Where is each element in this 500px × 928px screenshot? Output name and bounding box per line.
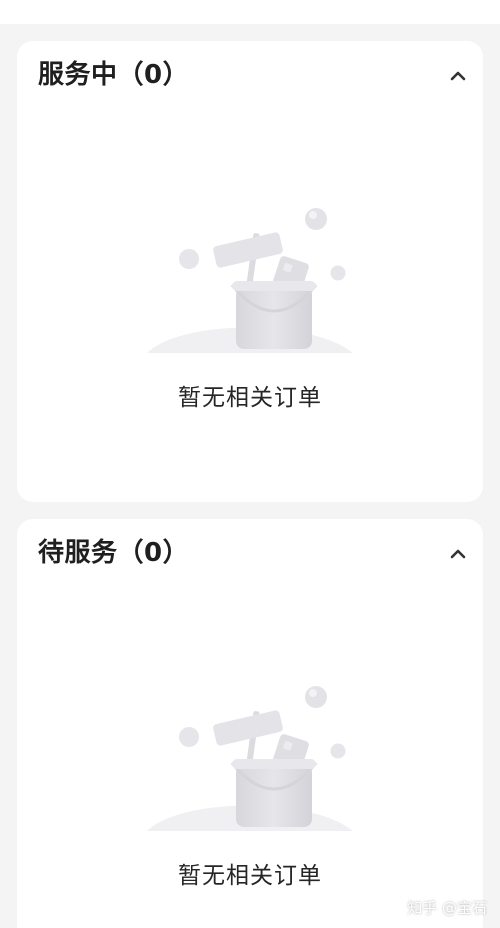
- empty-state-text: 暂无相关订单: [178, 863, 322, 889]
- section-header[interactable]: 服务中（0）: [17, 41, 483, 109]
- watermark: 知乎 @宝石: [407, 899, 487, 917]
- section-title: 待服务（0）: [38, 538, 190, 568]
- empty-bucket-illustration-icon: [142, 639, 358, 869]
- chevron-up-icon[interactable]: [447, 543, 469, 565]
- empty-bucket-illustration-icon: [142, 161, 358, 391]
- section-title: 服务中（0）: [38, 60, 190, 90]
- order-list-page: 服务中（0） 暂无相关订单 待服务（0） 暂无相关订单 知乎 @宝石: [0, 0, 500, 928]
- section-pending-service: 待服务（0） 暂无相关订单: [17, 519, 483, 928]
- section-in-service: 服务中（0） 暂无相关订单: [17, 41, 483, 502]
- empty-state-text: 暂无相关订单: [178, 385, 322, 411]
- section-header[interactable]: 待服务（0）: [17, 519, 483, 587]
- top-bar: [0, 0, 500, 24]
- chevron-up-icon[interactable]: [447, 65, 469, 87]
